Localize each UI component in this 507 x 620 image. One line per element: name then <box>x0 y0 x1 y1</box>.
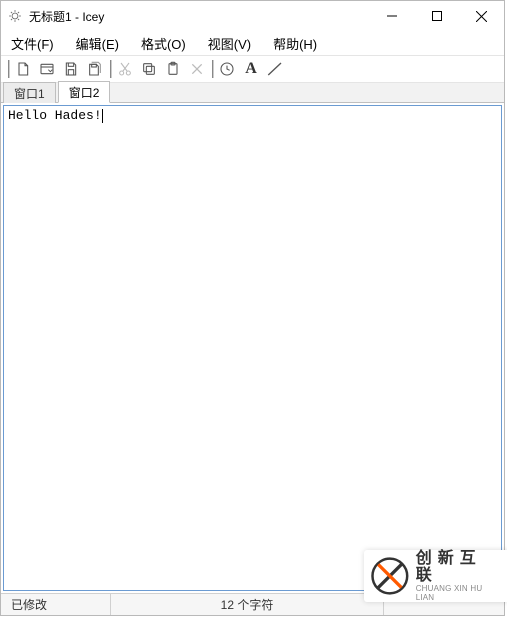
menu-view[interactable]: 视图(V) <box>204 32 255 55</box>
editor-area: Hello Hades! <box>1 103 504 593</box>
minimize-button[interactable] <box>369 1 414 31</box>
window-controls <box>369 1 504 31</box>
font-button[interactable]: A <box>239 57 263 81</box>
delete-button[interactable] <box>185 57 209 81</box>
history-button[interactable] <box>215 57 239 81</box>
text-caret <box>102 109 103 123</box>
close-button[interactable] <box>459 1 504 31</box>
menu-help[interactable]: 帮助(H) <box>269 32 321 55</box>
tabbar: 窗口1 窗口2 <box>1 83 504 103</box>
window-title: 无标题1 - Icey <box>29 8 369 25</box>
maximize-button[interactable] <box>414 1 459 31</box>
new-window-button[interactable] <box>35 57 59 81</box>
watermark-en: CHUANG XIN HU LIAN <box>416 585 503 603</box>
toolbar: A <box>1 55 504 83</box>
menu-format[interactable]: 格式(O) <box>137 32 190 55</box>
menu-file[interactable]: 文件(F) <box>7 32 58 55</box>
font-icon: A <box>245 60 257 78</box>
tab-window1[interactable]: 窗口1 <box>3 82 56 103</box>
watermark-cn: 创新互联 <box>416 550 503 585</box>
titlebar: 无标题1 - Icey <box>1 1 504 31</box>
watermark-badge: 创新互联 CHUANG XIN HU LIAN <box>364 550 507 602</box>
copy-button[interactable] <box>137 57 161 81</box>
status-char-count: 12 个字符 <box>111 594 384 615</box>
editor-content: Hello Hades! <box>8 108 102 123</box>
save-button[interactable] <box>59 57 83 81</box>
new-file-button[interactable] <box>11 57 35 81</box>
cut-button[interactable] <box>113 57 137 81</box>
app-icon <box>7 8 23 24</box>
line-tool-button[interactable] <box>263 57 287 81</box>
status-modified: 已修改 <box>1 594 111 615</box>
paste-button[interactable] <box>161 57 185 81</box>
save-all-button[interactable] <box>83 57 107 81</box>
text-editor[interactable]: Hello Hades! <box>3 105 502 591</box>
watermark-logo-icon <box>370 556 410 596</box>
tab-window2[interactable]: 窗口2 <box>58 81 111 103</box>
menu-edit[interactable]: 编辑(E) <box>72 32 123 55</box>
app-window: 无标题1 - Icey 文件(F) 编辑(E) 格式(O) 视图(V) 帮助(H… <box>0 0 505 616</box>
menubar: 文件(F) 编辑(E) 格式(O) 视图(V) 帮助(H) <box>1 31 504 55</box>
